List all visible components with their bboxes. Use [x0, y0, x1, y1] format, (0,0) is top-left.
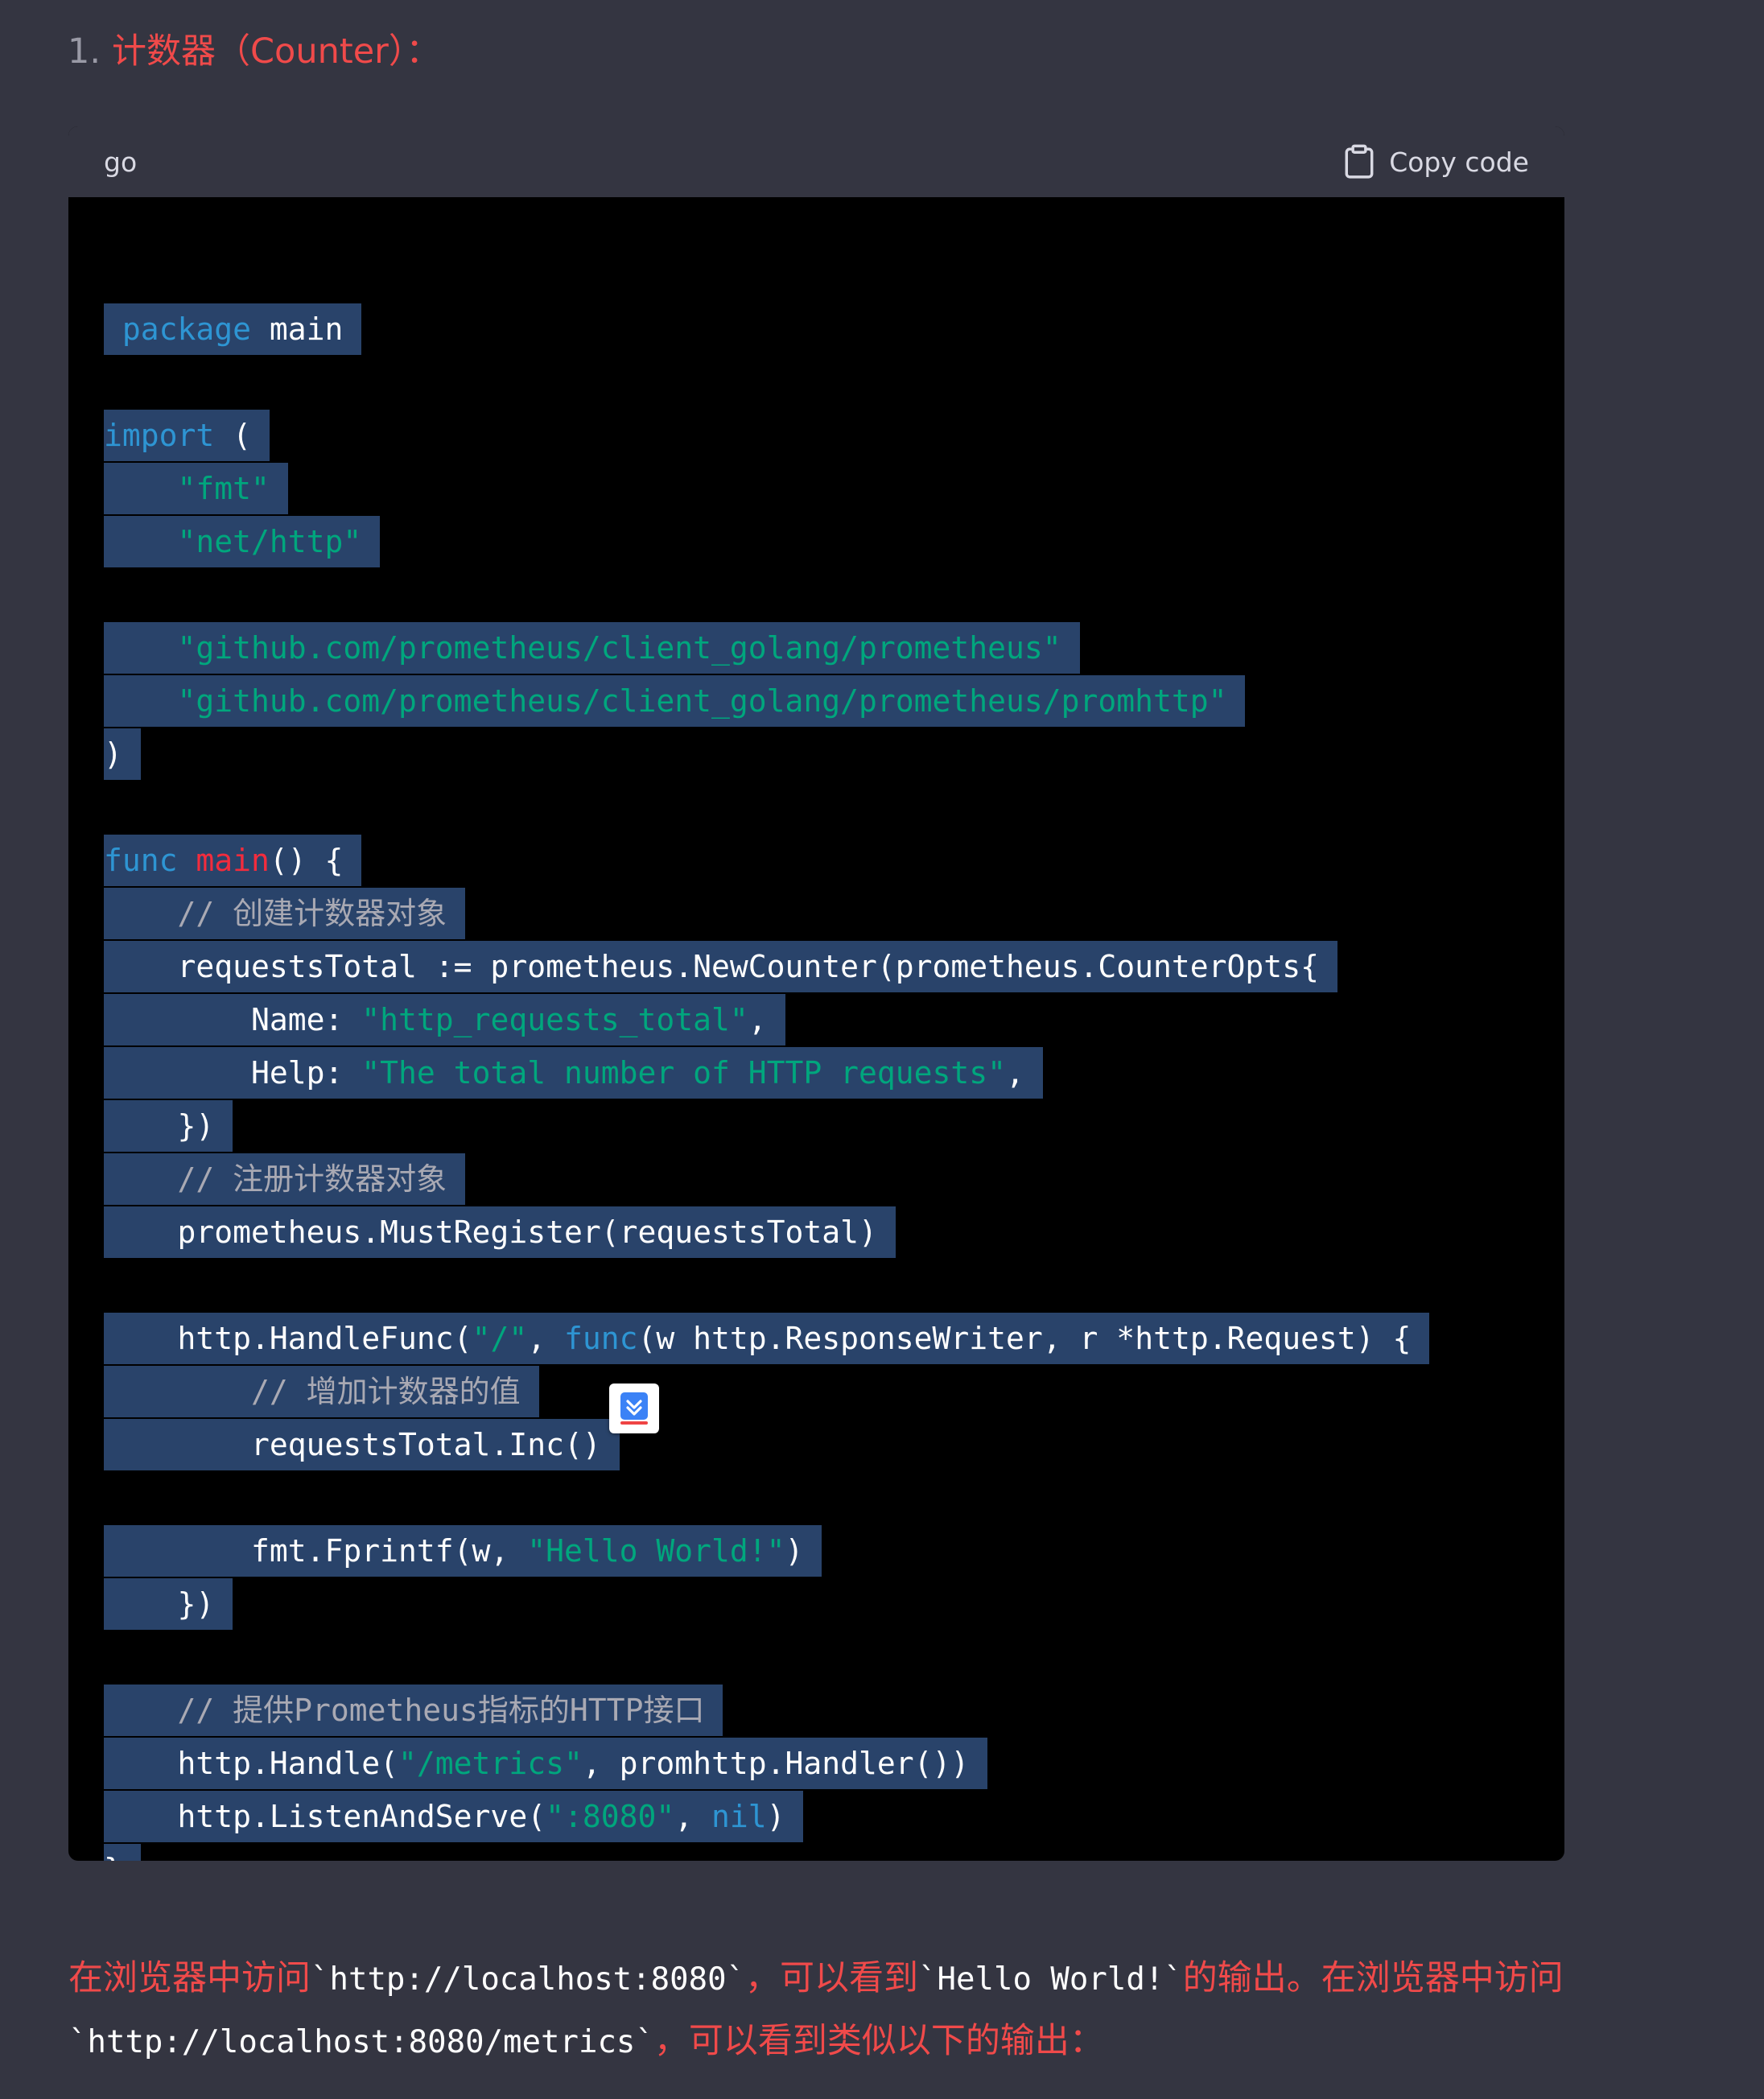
code-line: })	[104, 1578, 1564, 1631]
code-line: // 增加计数器的值	[104, 1366, 1564, 1419]
code-line: Name: "http_requests_total",	[104, 994, 1564, 1047]
code-line: "net/http"	[104, 516, 1564, 569]
code-header: go Copy code	[68, 126, 1564, 197]
description-paragraph: 在浏览器中访问`http://localhost:8080`，可以看到`Hell…	[68, 1948, 1694, 2073]
code-line: )	[104, 728, 1564, 781]
code-content[interactable]: package main import ( "fmt" "net/http" "…	[68, 197, 1564, 1861]
heading-text: 计数器（Counter）：	[112, 31, 441, 72]
translate-extension-icon[interactable]	[609, 1384, 659, 1433]
code-line: // 注册计数器对象	[104, 1153, 1564, 1206]
code-line: requestsTotal.Inc()	[104, 1419, 1564, 1472]
list-heading: 1. 计数器（Counter）：	[68, 27, 440, 76]
code-line: Help: "The total number of HTTP requests…	[104, 1047, 1564, 1100]
code-block: go Copy code package main import ( "fmt"…	[68, 126, 1564, 1861]
code-line: }	[104, 1844, 1564, 1861]
code-line: "fmt"	[104, 463, 1564, 516]
code-line: "github.com/prometheus/client_golang/pro…	[104, 622, 1564, 675]
code-line: "github.com/prometheus/client_golang/pro…	[104, 675, 1564, 728]
para-text-2: ，可以看到	[745, 1958, 919, 1998]
para-text-4: ，可以看到类似以下的输出：	[653, 2021, 1104, 2061]
clipboard-icon	[1345, 144, 1374, 179]
code-line: requestsTotal := prometheus.NewCounter(p…	[104, 941, 1564, 994]
code-line: http.HandleFunc("/", func(w http.Respons…	[104, 1313, 1564, 1366]
extension-glyph-icon	[620, 1392, 648, 1425]
para-text-3: 的输出。在浏览器中访问	[1182, 1958, 1564, 1998]
code-line: http.Handle("/metrics", promhttp.Handler…	[104, 1738, 1564, 1791]
inline-code-metrics-url: `http://localhost:8080/metrics`	[68, 2024, 654, 2060]
code-line: func main() {	[104, 835, 1564, 888]
para-text-1: 在浏览器中访问	[68, 1958, 311, 1998]
code-language: go	[104, 146, 138, 178]
code-line: package main	[104, 303, 1564, 357]
inline-code-localhost: `http://localhost:8080`	[311, 1961, 746, 1998]
code-line: fmt.Fprintf(w, "Hello World!")	[104, 1525, 1564, 1578]
code-line: // 创建计数器对象	[104, 888, 1564, 941]
code-line: prometheus.MustRegister(requestsTotal)	[104, 1206, 1564, 1260]
list-number: 1.	[68, 31, 101, 72]
code-line: http.ListenAndServe(":8080", nil)	[104, 1791, 1564, 1844]
code-line: })	[104, 1100, 1564, 1153]
copy-code-button[interactable]: Copy code	[1344, 144, 1529, 179]
code-line: import (	[104, 410, 1564, 463]
code-line: // 提供Prometheus指标的HTTP接口	[104, 1685, 1564, 1738]
inline-code-hello-world: `Hello World!`	[918, 1961, 1183, 1998]
copy-code-label: Copy code	[1389, 146, 1529, 178]
